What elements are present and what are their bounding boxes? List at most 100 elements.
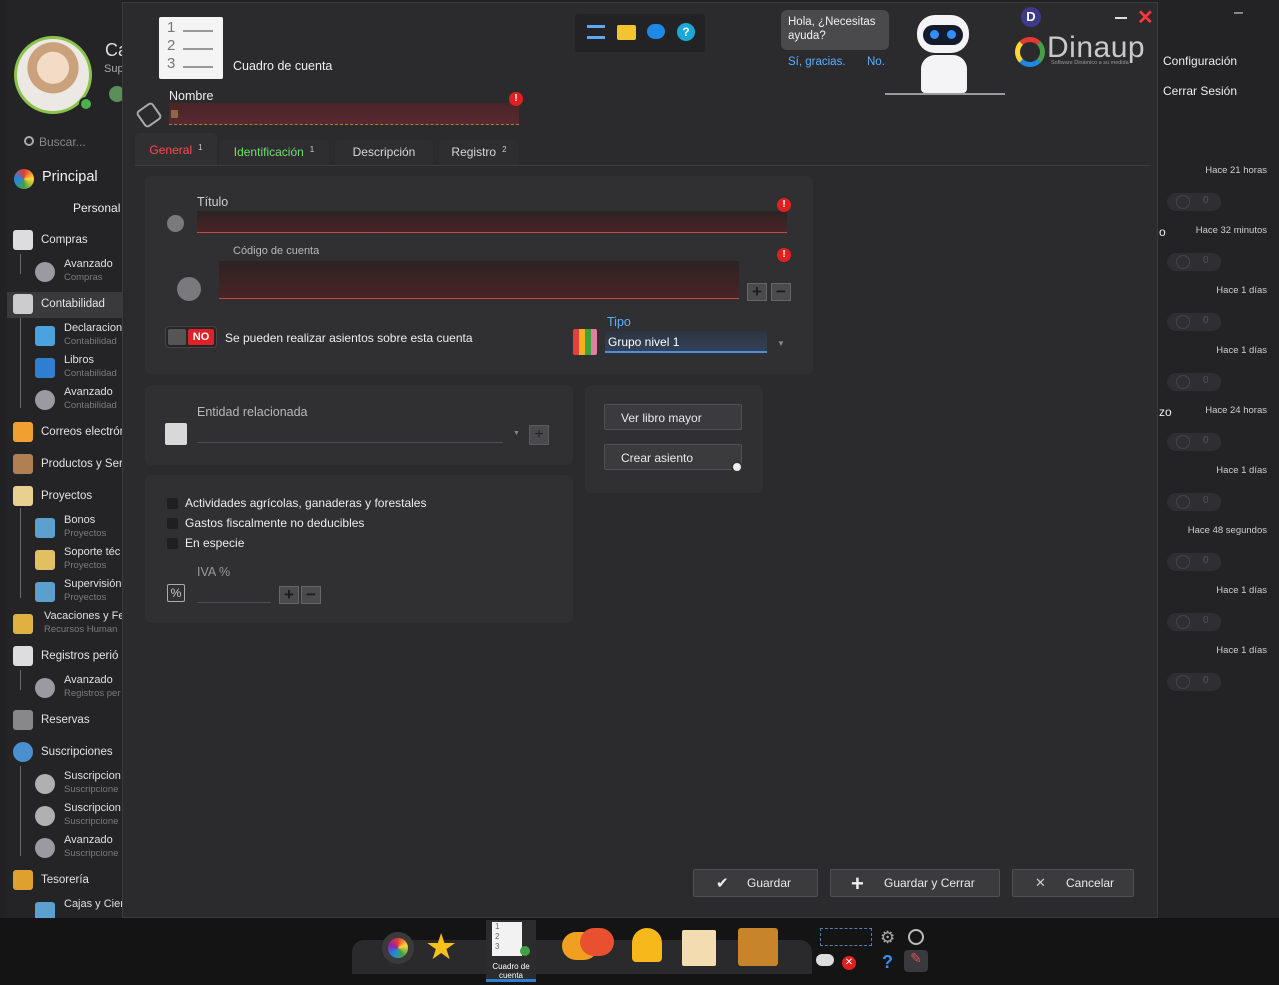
actions-panel bbox=[585, 385, 763, 493]
gear-icon bbox=[35, 774, 55, 794]
user-badge[interactable]: D bbox=[1021, 7, 1041, 27]
chevron-down-icon[interactable]: ▼ bbox=[777, 339, 785, 348]
assistant-yes-link[interactable]: Sí, gracias. bbox=[788, 56, 846, 68]
notification-time: Hace 48 segundos bbox=[1187, 525, 1267, 536]
sidebar-item-suscripciones[interactable]: Suscripciones bbox=[7, 742, 122, 764]
sidebar-item-productos[interactable]: Productos y Serv bbox=[7, 454, 122, 476]
sidebar-item-tesoreria[interactable]: Tesorería bbox=[7, 870, 122, 892]
cloud-error-icon[interactable] bbox=[816, 954, 834, 966]
minimize-button[interactable]: – bbox=[1234, 4, 1243, 22]
chevron-down-icon[interactable]: ▼ bbox=[513, 430, 520, 437]
notification-toggle[interactable]: 0 bbox=[1167, 313, 1221, 331]
logout-link[interactable]: Cerrar Sesión bbox=[1163, 84, 1237, 98]
close-icon: ✕ bbox=[1035, 875, 1046, 890]
notification-toggle[interactable]: 0 bbox=[1167, 373, 1221, 391]
help-icon[interactable]: ? bbox=[677, 23, 695, 41]
project-icon bbox=[13, 486, 33, 506]
add-entity-button[interactable]: + bbox=[529, 425, 549, 445]
cash-icon bbox=[35, 902, 55, 918]
toggle-switch[interactable]: NO bbox=[165, 326, 217, 348]
sidebar-item-registros[interactable]: Registros perió bbox=[7, 646, 122, 668]
notification-toggle[interactable]: 0 bbox=[1167, 493, 1221, 511]
sidebar-item-vacaciones[interactable]: Vacaciones y Fe Recursos Human bbox=[7, 610, 122, 640]
notification-toggle[interactable]: 0 bbox=[1167, 553, 1221, 571]
principal-label[interactable]: Principal bbox=[42, 169, 98, 185]
title-label: Título bbox=[197, 195, 229, 209]
help-icon[interactable]: ? bbox=[882, 952, 893, 973]
right-panel: – Configuración Cerrar Sesión Hace 21 ho… bbox=[1159, 0, 1279, 918]
sidebar-sub-declaracion[interactable]: Declaracion Contabilidad bbox=[7, 322, 122, 352]
sidebar-sub-avanzado[interactable]: Avanzado Compras bbox=[7, 258, 122, 288]
notification-toggle[interactable]: 0 bbox=[1167, 193, 1221, 211]
gear-icon[interactable]: ⚙ bbox=[880, 928, 895, 948]
checkbox-in-kind[interactable] bbox=[167, 538, 178, 549]
tag-icon bbox=[135, 101, 163, 129]
config-link[interactable]: Configuración bbox=[1163, 54, 1237, 68]
vat-input[interactable] bbox=[197, 583, 271, 603]
tab-descripcion[interactable]: Descripción bbox=[335, 140, 433, 165]
notification-toggle[interactable]: 0 bbox=[1167, 673, 1221, 691]
sidebar-item-contabilidad[interactable]: Contabilidad bbox=[7, 292, 122, 318]
tab-registro[interactable]: Registro 2 bbox=[439, 140, 519, 165]
personal-label[interactable]: Personal bbox=[73, 201, 120, 215]
note-icon[interactable] bbox=[682, 930, 716, 966]
minimize-button[interactable] bbox=[1115, 17, 1127, 19]
sidebar-item-compras[interactable]: Compras bbox=[7, 230, 122, 252]
sidebar-item-proyectos[interactable]: Proyectos bbox=[7, 486, 122, 508]
create-entry-button[interactable]: Crear asiento bbox=[604, 444, 742, 470]
search-input[interactable]: Buscar... bbox=[39, 135, 86, 149]
sidebar-sub-cajas[interactable]: Cajas y Cier bbox=[7, 898, 122, 918]
name-input[interactable] bbox=[169, 103, 519, 125]
sidebar-sub-avanzado[interactable]: Avanzado Suscripcione bbox=[7, 834, 122, 864]
sidebar-sub-avanzado[interactable]: Avanzado Contabilidad bbox=[7, 386, 122, 416]
checkbox-non-deductible[interactable] bbox=[167, 518, 178, 529]
tab-underline bbox=[135, 165, 1151, 166]
radio-icon[interactable] bbox=[167, 215, 184, 232]
type-icon bbox=[573, 329, 597, 355]
title-input[interactable] bbox=[197, 211, 787, 233]
code-input[interactable] bbox=[219, 261, 739, 299]
sidebar-sub-supervision[interactable]: Supervisión Proyectos bbox=[7, 578, 122, 608]
tab-identificacion[interactable]: Identificación 1 bbox=[219, 140, 329, 165]
grid-icon[interactable] bbox=[820, 928, 872, 946]
entity-input[interactable] bbox=[197, 423, 503, 443]
sidebar-sub-bonos[interactable]: Bonos Proyectos bbox=[7, 514, 122, 544]
increment-button[interactable]: + bbox=[279, 586, 299, 604]
dinaup-icon[interactable] bbox=[382, 932, 414, 964]
assistant-no-link[interactable]: No. bbox=[867, 56, 885, 68]
sidebar-item-correos[interactable]: Correos electrón bbox=[7, 422, 122, 444]
cancel-button[interactable]: ✕ Cancelar bbox=[1012, 869, 1134, 897]
notification-toggle[interactable]: 0 bbox=[1167, 433, 1221, 451]
sidebar-sub-suscripcion[interactable]: Suscripcion Suscripcione bbox=[7, 770, 122, 800]
cursor-icon bbox=[731, 461, 743, 473]
decrement-button[interactable]: − bbox=[771, 283, 791, 301]
search-icon[interactable] bbox=[24, 136, 34, 146]
ledger-button[interactable]: Ver libro mayor bbox=[604, 404, 742, 430]
notification-icon bbox=[1176, 255, 1190, 269]
chat-icon[interactable] bbox=[647, 24, 665, 39]
folder-icon[interactable] bbox=[617, 25, 636, 40]
tab-general[interactable]: General 1 bbox=[135, 133, 217, 166]
pin-icon[interactable]: ✎ bbox=[904, 950, 928, 972]
increment-button[interactable]: + bbox=[747, 283, 767, 301]
list-icon[interactable] bbox=[587, 25, 605, 39]
sidebar-sub-soporte[interactable]: Soporte téc Proyectos bbox=[7, 546, 122, 576]
wallet-icon[interactable] bbox=[738, 928, 778, 966]
radio-icon[interactable] bbox=[177, 277, 201, 301]
task-cuadro-cuenta[interactable]: 123 Cuadro de cuenta bbox=[486, 920, 536, 982]
notification-toggle[interactable]: 0 bbox=[1167, 253, 1221, 271]
clock-icon[interactable] bbox=[908, 929, 924, 945]
decrement-button[interactable]: − bbox=[301, 586, 321, 604]
sidebar-sub-suscripcion[interactable]: Suscripcion Suscripcione bbox=[7, 802, 122, 832]
close-icon[interactable]: ✕ bbox=[1137, 5, 1154, 30]
save-button[interactable]: ✔ Guardar bbox=[693, 869, 818, 897]
star-icon[interactable]: ★ bbox=[425, 926, 457, 968]
checkbox-agricultural[interactable] bbox=[167, 498, 178, 509]
vat-label: IVA % bbox=[197, 565, 231, 579]
notification-toggle[interactable]: 0 bbox=[1167, 613, 1221, 631]
save-close-button[interactable]: + Guardar y Cerrar bbox=[830, 869, 1000, 897]
bell-icon[interactable] bbox=[632, 928, 662, 962]
sidebar-sub-avanzado[interactable]: Avanzado Registros per bbox=[7, 674, 122, 704]
sidebar-item-reservas[interactable]: Reservas bbox=[7, 710, 122, 732]
sidebar-sub-libros[interactable]: Libros Contabilidad bbox=[7, 354, 122, 384]
